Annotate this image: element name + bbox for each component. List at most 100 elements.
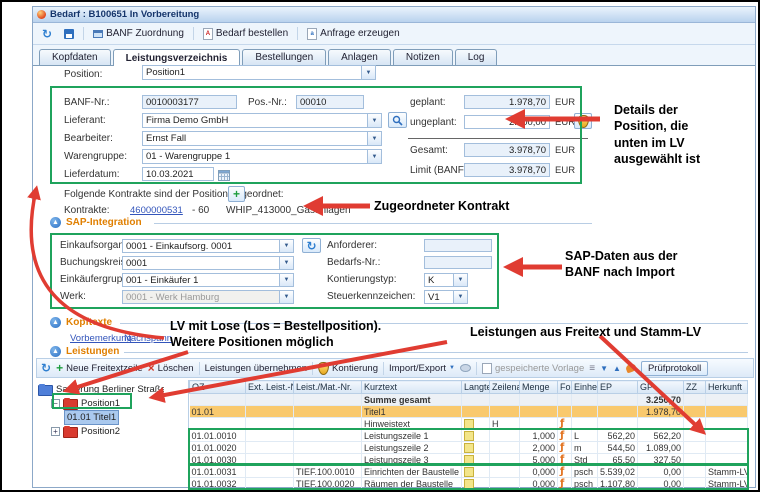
formula-icon[interactable]: ƒ <box>560 418 564 429</box>
sap-field-input[interactable] <box>424 239 492 252</box>
collapse-icon[interactable]: − <box>51 399 60 408</box>
ungeplant-field[interactable]: 2.000,00 <box>464 115 550 129</box>
leistungen-section-toggle[interactable]: ▲ <box>50 346 61 357</box>
column-header[interactable]: Langtext <box>462 381 490 394</box>
sap-sync-button[interactable]: ↻ <box>302 238 321 253</box>
bearbeiter-select[interactable]: Ernst Fall ▼ <box>142 131 382 146</box>
sap-field-select[interactable]: 0001▼ <box>122 256 294 270</box>
lv-table: OZExt. Leist.-Nr.Leist./Mat.-Nr.Kurztext… <box>189 380 749 490</box>
tab-log[interactable]: Log <box>455 49 498 65</box>
refresh-button[interactable]: ↻ <box>39 28 55 40</box>
lieferant-select[interactable]: Firma Demo GmbH ▼ <box>142 113 382 128</box>
table-row[interactable]: HinweistextHƒ <box>190 418 748 430</box>
chevron-down-icon[interactable]: ▼ <box>361 66 375 79</box>
column-header[interactable]: OZ <box>190 381 246 394</box>
chevron-down-icon[interactable]: ▼ <box>279 274 293 286</box>
tree-item-position2[interactable]: +Position2 <box>51 425 120 438</box>
warengruppe-select[interactable]: 01 - Warengruppe 1 ▼ <box>142 149 382 164</box>
move-up-icon[interactable]: ▲ <box>613 364 621 373</box>
column-header[interactable]: Leist./Mat.-Nr. <box>294 381 362 394</box>
formula-icon[interactable]: ƒ <box>560 478 564 489</box>
pointing-hand-icon[interactable] <box>625 363 637 374</box>
chevron-down-icon[interactable]: ▼ <box>453 274 467 286</box>
lieferdatum-field[interactable]: 10.03.2021 <box>142 167 214 181</box>
preview-icon[interactable] <box>460 364 471 372</box>
pos-nr-field[interactable]: 00010 <box>296 95 364 109</box>
chevron-down-icon[interactable]: ▼ <box>279 257 293 269</box>
table-row[interactable]: 01.01Titel11.978,70 <box>190 406 748 418</box>
gespeicherte-vorlage-button[interactable]: gespeicherte Vorlage <box>482 363 584 374</box>
note-icon[interactable] <box>464 431 474 441</box>
sap-field-select[interactable]: 0001 - Einkaufsorg. 0001▼ <box>122 239 294 253</box>
column-header[interactable]: Kurztext <box>362 381 462 394</box>
kopftexte-section-toggle[interactable]: ▲ <box>50 317 61 328</box>
numbering-icon[interactable]: ≡ <box>589 364 595 373</box>
position-select[interactable]: Position1 ▼ <box>142 65 376 80</box>
chevron-down-icon[interactable]: ▼ <box>367 150 381 163</box>
pruefprotokoll-button[interactable]: Prüfprotokoll <box>641 361 708 376</box>
sap-field-select[interactable]: K▼ <box>424 273 468 287</box>
calendar-button[interactable] <box>218 168 230 186</box>
column-header[interactable]: Menge <box>520 381 558 394</box>
formula-icon[interactable]: ƒ <box>560 454 564 465</box>
formula-icon[interactable]: ƒ <box>560 430 564 441</box>
lieferant-search-button[interactable] <box>388 112 407 128</box>
nachspann-link[interactable]: Nachspann <box>124 333 172 344</box>
sap-field-select[interactable]: 001 - Einkäufer 1▼ <box>122 273 294 287</box>
chevron-down-icon[interactable]: ▼ <box>367 114 381 127</box>
table-row[interactable]: 01.01.0020Leistungszeile 22,000ƒm544,501… <box>190 442 748 454</box>
tab-notizen[interactable]: Notizen <box>393 49 453 65</box>
note-icon[interactable] <box>464 419 474 429</box>
sap-field-select[interactable]: V1▼ <box>424 290 468 304</box>
column-header[interactable]: Einheit <box>572 381 598 394</box>
column-header[interactable]: Ext. Leist.-Nr. <box>246 381 294 394</box>
move-down-icon[interactable]: ▼ <box>600 364 608 373</box>
kontrakt-link[interactable]: 4600000531 <box>130 205 183 216</box>
import-export-button[interactable]: Import/Export ▼ <box>389 363 455 374</box>
tab-bestellungen[interactable]: Bestellungen <box>242 49 326 65</box>
tab-anlagen[interactable]: Anlagen <box>328 49 391 65</box>
sap-section-toggle[interactable]: ▲ <box>50 217 61 228</box>
tree-item-01-01-titel1[interactable]: 01.01 Titel1 <box>64 411 79 424</box>
column-header[interactable]: Formel <box>558 381 572 394</box>
tab-leistungsverzeichnis[interactable]: Leistungsverzeichnis <box>113 49 241 66</box>
table-row[interactable]: 01.01.0032TIEF.100.0020Räumen der Bauste… <box>190 478 748 490</box>
sap-field-input[interactable] <box>424 256 492 269</box>
column-header[interactable]: Herkunft <box>706 381 748 394</box>
banf-zuordnung-button[interactable]: BANF Zuordnung <box>90 27 187 40</box>
expand-icon[interactable]: + <box>51 427 60 436</box>
chevron-down-icon[interactable]: ▼ <box>367 132 381 145</box>
refresh-rows-button[interactable]: ↻ <box>41 363 51 373</box>
chevron-down-icon[interactable]: ▼ <box>279 240 293 252</box>
column-header[interactable]: Zeilenart <box>490 381 520 394</box>
kontierung-shield-button[interactable] <box>574 113 592 129</box>
bedarf-bestellen-button[interactable]: A Bedarf bestellen <box>200 27 291 41</box>
note-icon[interactable] <box>464 467 474 477</box>
banf-nr-field[interactable]: 0010003177 <box>142 95 237 109</box>
leistungen-uebernehmen-button[interactable]: Leistungen übernehmen <box>205 363 307 374</box>
loeschen-button[interactable]: × Löschen <box>148 363 194 374</box>
column-header[interactable]: EP <box>598 381 638 394</box>
tree-item-position1[interactable]: −Position1 <box>51 397 120 410</box>
note-icon[interactable] <box>464 455 474 465</box>
anfrage-erzeugen-button[interactable]: a Anfrage erzeugen <box>304 27 403 41</box>
add-kontrakt-button[interactable]: + <box>228 186 245 202</box>
column-header[interactable]: GP <box>638 381 684 394</box>
tab-kopfdaten[interactable]: Kopfdaten <box>39 49 111 65</box>
column-header[interactable]: ZZ <box>684 381 706 394</box>
formula-icon[interactable]: ƒ <box>560 466 564 477</box>
formula-icon[interactable]: ƒ <box>560 442 564 453</box>
table-row[interactable]: Summe gesamt3.250,70 <box>190 394 748 406</box>
note-icon[interactable] <box>464 443 474 453</box>
table-row[interactable]: 01.01.0030Leistungszeile 35,000ƒStd65,50… <box>190 454 748 466</box>
kontierung-button[interactable]: Kontierung <box>318 362 378 375</box>
cell-ext <box>246 430 294 442</box>
neue-freitextzeile-button[interactable]: + Neue Freitextzeile <box>56 363 143 374</box>
tree-item-sanierung-berliner-stra-e[interactable]: Sanierung Berliner Straße <box>38 383 164 396</box>
chevron-down-icon[interactable]: ▼ <box>453 291 467 303</box>
save-button[interactable] <box>61 28 77 40</box>
table-row[interactable]: 01.01.0031TIEF.100.0010Einrichten der Ba… <box>190 466 748 478</box>
table-row[interactable]: 01.01.0010Leistungszeile 11,000ƒL562,205… <box>190 430 748 442</box>
note-icon[interactable] <box>464 479 474 489</box>
vorbemerkung-link[interactable]: Vorbemerkung <box>70 333 132 344</box>
